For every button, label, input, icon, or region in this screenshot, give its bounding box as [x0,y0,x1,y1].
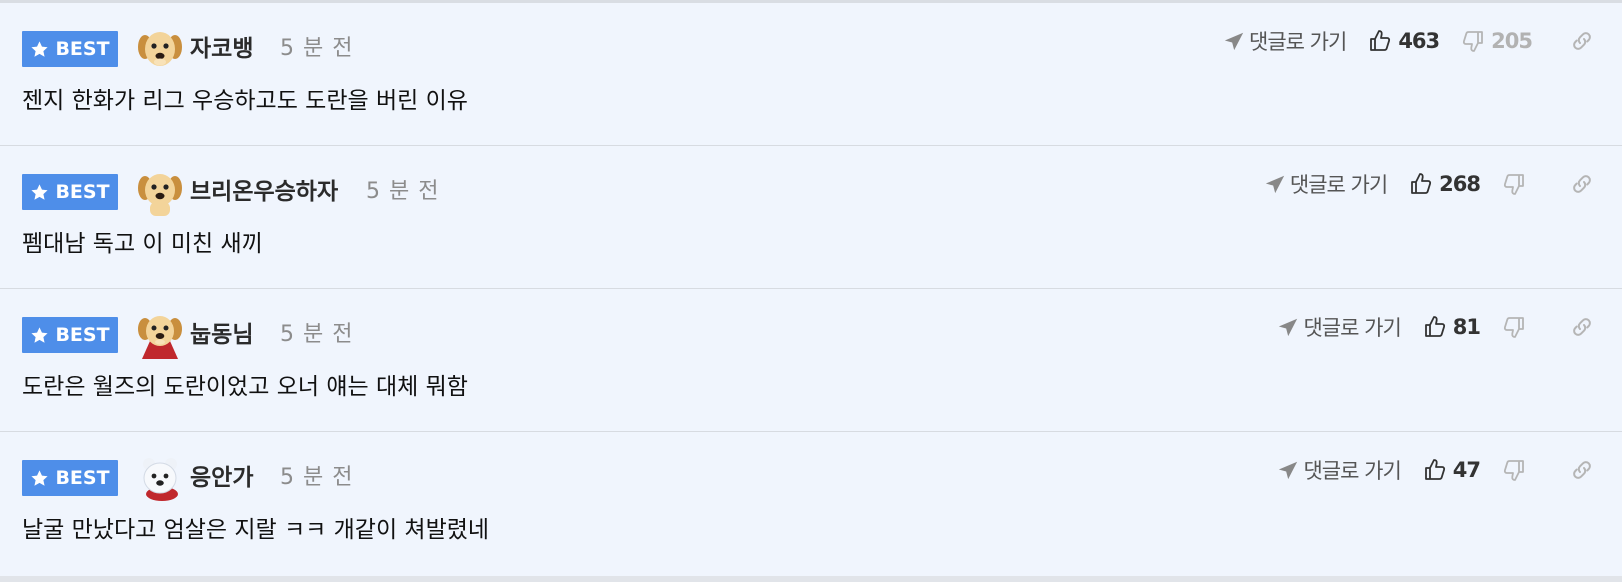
white-bear-avatar[interactable] [136,454,184,502]
thumbs-down-icon [1463,31,1484,52]
thumbs-up-icon [1424,316,1445,337]
send-arrow-icon [1279,461,1298,480]
best-badge: BEST [22,31,118,67]
dislike-button[interactable] [1502,315,1532,339]
goto-comment-link[interactable]: 댓글로 가기 [1277,455,1402,485]
timestamp: 5 분 전 [280,465,354,490]
link-icon [1573,461,1591,479]
comment-item: BEST 브리온우승하자 5 분 전 펨대남 독고 이 미친 새끼 댓글로 가기 [0,146,1622,289]
nickname[interactable]: 응안가 [190,460,253,496]
timestamp: 5 분 전 [280,322,354,347]
nickname[interactable]: 브리온우승하자 [190,174,338,210]
best-badge: BEST [22,460,118,496]
like-count: 463 [1398,29,1440,53]
dislike-button[interactable] [1502,458,1532,482]
goto-comment-label: 댓글로 가기 [1249,30,1347,54]
comment-item: BEST 응안가 5 분 전 날굴 만났다고 엄살은 지랄 ㅋㅋ 개같이 쳐발렸… [0,432,1622,575]
goto-comment-label: 댓글로 가기 [1303,459,1401,483]
like-button[interactable]: 463 [1368,29,1440,53]
best-badge-label: BEST [55,38,110,60]
goto-comment-link[interactable]: 댓글로 가기 [1223,26,1347,56]
send-arrow-icon [1279,318,1298,337]
copy-link-button[interactable] [1570,458,1594,482]
link-icon [1573,175,1591,193]
timestamp: 5 분 전 [366,179,440,204]
star-icon [31,469,49,486]
comment-actions: 댓글로 가기 47 [1277,452,1594,488]
best-badge-label: BEST [55,181,110,203]
best-badge: BEST [22,174,118,210]
like-button[interactable]: 47 [1423,458,1481,482]
comment-text: 날굴 만났다고 엄살은 지랄 ㅋㅋ 개같이 쳐발렸네 [22,517,490,543]
star-icon [31,326,49,343]
best-comment-list: BEST 자코뱅 5 분 전 젠지 한화가 리그 우승하고도 도란을 버린 이유… [0,3,1622,575]
comment-item: BEST 눕동님 5 분 전 도란은 월즈의 도란이었고 오너 얘는 대체 뭐함… [0,289,1622,432]
goto-comment-label: 댓글로 가기 [1289,173,1388,197]
goto-comment-label: 댓글로 가기 [1303,316,1401,340]
best-badge-label: BEST [55,467,110,489]
copy-link-button[interactable] [1570,315,1594,339]
dislike-button[interactable]: 205 [1461,29,1533,53]
puppy-avatar[interactable] [136,168,184,216]
puppy-avatar[interactable] [136,25,184,73]
comment-text: 펨대남 독고 이 미친 새끼 [22,231,263,257]
dislike-button[interactable] [1502,172,1532,196]
like-button[interactable]: 81 [1423,315,1481,339]
thumbs-up-icon [1424,459,1445,480]
thumbs-down-icon [1503,174,1524,195]
copy-link-button[interactable] [1570,172,1594,196]
goto-comment-link[interactable]: 댓글로 가기 [1264,169,1388,199]
thumbs-up-icon [1370,30,1391,51]
timestamp: 5 분 전 [280,36,354,61]
comment-item: BEST 자코뱅 5 분 전 젠지 한화가 리그 우승하고도 도란을 버린 이유… [0,3,1622,146]
comment-actions: 댓글로 가기 463 205 [1223,23,1594,59]
thumbs-up-icon [1411,173,1432,194]
send-arrow-icon [1265,175,1285,194]
star-icon [31,183,49,200]
link-icon [1573,32,1591,50]
link-icon [1573,318,1591,336]
send-arrow-icon [1224,32,1244,51]
dislike-count: 205 [1491,29,1533,53]
thumbs-down-icon [1503,317,1524,338]
like-count: 47 [1452,458,1481,482]
nickname[interactable]: 눕동님 [190,317,253,353]
like-count: 81 [1452,315,1481,339]
goto-comment-link[interactable]: 댓글로 가기 [1277,312,1402,342]
nickname[interactable]: 자코뱅 [190,31,253,67]
bottom-divider [0,576,1622,582]
thumbs-down-icon [1503,460,1524,481]
best-badge: BEST [22,317,118,353]
copy-link-button[interactable] [1570,29,1594,53]
comment-text: 젠지 한화가 리그 우승하고도 도란을 버린 이유 [22,88,468,114]
comment-actions: 댓글로 가기 268 [1264,166,1594,202]
star-icon [31,40,49,57]
comment-actions: 댓글로 가기 81 [1277,309,1594,345]
comment-text: 도란은 월즈의 도란이었고 오너 얘는 대체 뭐함 [22,374,468,400]
puppy-cape-avatar[interactable] [136,311,184,359]
best-badge-label: BEST [55,324,110,346]
like-button[interactable]: 268 [1409,172,1481,196]
like-count: 268 [1439,172,1481,196]
